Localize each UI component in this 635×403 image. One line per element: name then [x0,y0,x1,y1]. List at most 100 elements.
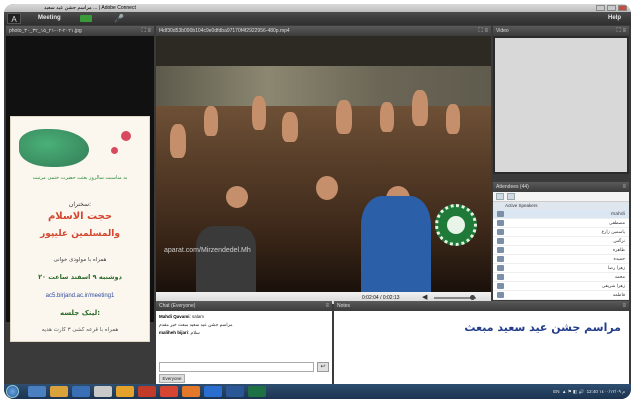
attendees-pod: Attendees (44) ≡ Active Speakers mahdi مص… [493,182,629,300]
poster-line: همراه با قرعه کشی ۳ کارت هدیه [41,327,119,333]
pod-header: Attendees (44) ≡ [493,182,629,192]
folder-icon[interactable] [50,386,68,397]
attendee-row[interactable]: نرگس [493,237,629,246]
poster-line: دوشنبه ۹ اسفند ساعت ۲۰ [38,273,122,281]
user-icon [497,283,504,289]
pod-options-icon[interactable]: ≡ [622,301,626,311]
video-pod: f4df30d53b090b104c9e0dfdba97170f4f292295… [156,26,491,304]
pod-title: Chat [159,303,170,309]
pdf-icon[interactable] [160,386,178,397]
app-icon[interactable] [94,386,112,397]
webcam-icon[interactable] [80,15,92,22]
chat-input[interactable] [159,362,314,372]
pod-options-icon[interactable]: ⛶ ≡ [617,26,626,36]
user-icon [497,220,504,226]
clock-date: ١٤٠٠/١٢/٠٩ [599,389,621,394]
chat-message: Mahdi Qavami: salam [159,314,205,319]
poster-line: سخنران: [68,201,92,208]
user-icon [497,229,504,235]
attendee-name: حمیده [613,257,625,262]
user-icon [497,256,504,262]
chat-message: maliheh bijari: سلام [159,330,200,335]
menu-meeting[interactable]: Meeting [38,12,61,25]
microphone-icon[interactable]: 🎤 [114,14,124,23]
user-icon [497,265,504,271]
adobe-connect-icon[interactable] [182,386,200,397]
attendee-row[interactable]: طاهره [493,246,629,255]
list-view-icon[interactable] [496,193,504,200]
pod-options-icon[interactable]: ≡ [622,182,626,192]
attendee-name: طاهره [612,248,625,253]
close-button[interactable] [618,5,627,11]
flower-icon [121,131,131,141]
user-icon [497,274,504,280]
video-frame[interactable]: aparat.com/Mirzendedel.Mh [156,36,491,292]
poster-line: لینک جلسه: [59,309,101,317]
media-icon[interactable] [72,386,90,397]
tab-everyone[interactable]: Everyone [159,374,185,383]
pod-title: Notes [337,303,351,309]
chat-scope: (Everyone) [170,303,196,309]
maximize-button[interactable] [607,5,616,11]
language-indicator[interactable]: EN [553,389,559,394]
attendee-row[interactable]: زهرا رضا [493,264,629,273]
attendee-name: mahdi [610,212,625,217]
pod-header: Video ⛶ ≡ [493,26,629,36]
attendee-name: زهرا رضا [607,266,625,271]
webcam-area [495,38,627,172]
menu-help[interactable]: Help [608,12,621,25]
attendee-name: فاطمه [612,293,625,298]
pod-header: photo_٢٠٢١-٠٢-٢١_١٥_٣٢_٣٠.jpg ⛶ ≡ [6,26,154,36]
chrome-icon[interactable] [116,386,134,397]
chat-pod: Chat (Everyone) ≡ Mahdi Qavami: salam مر… [156,301,332,385]
chat-message: مراسم جشن عید سعید مبعث خیر مقدم [159,322,233,327]
attendee-row[interactable]: mahdi [493,210,629,219]
windows-taskbar: EN ▲ ⚑ ◧ 🔊 12:40 م ١٤٠٠/١٢/٠٩ [4,384,631,399]
app-icon[interactable] [204,386,222,397]
attendees-toolbar [493,192,629,202]
window-title-bar: مراسم جشن عيد سعيد ... | Adobe Connect [4,4,631,12]
send-button[interactable]: ↩ [317,362,329,372]
start-button[interactable] [6,385,19,398]
notes-text[interactable]: مراسم جشن عيد سعيد مبعث [464,321,621,334]
pod-options-icon[interactable]: ⛶ ≡ [479,26,488,36]
minimize-button[interactable] [596,5,605,11]
attendee-name: یاسمین زارع [601,230,626,235]
poster-line: حجت الاسلام [47,211,113,222]
attendee-row[interactable]: مصطفی [493,219,629,228]
pod-title: photo_٢٠٢١-٠٢-٢١_١٥_٣٢_٣٠.jpg [9,28,82,34]
menu-bar: A Meeting 🎤 Help [4,12,631,25]
volume-slider-handle[interactable] [470,295,475,300]
attendee-row[interactable]: حمیده [493,255,629,264]
pod-title: Attendees (44) [496,184,529,190]
pod-header: f4df30d53b090b104c9e0dfdba97170f4f292295… [156,26,491,36]
word-icon[interactable] [226,386,244,397]
event-poster: به مناسبت سالروز بعثت حضرت ختمی مرتبت سخ… [10,116,150,342]
emblem-logo [435,204,477,246]
user-icon [497,247,504,253]
poster-line: والمسلمین علیپور [40,229,120,239]
webcam-pod: Video ⛶ ≡ [493,26,629,174]
pod-options-icon[interactable]: ≡ [325,301,329,311]
attendee-row[interactable]: محمد [493,273,629,282]
pod-header: Chat (Everyone) ≡ [156,301,332,311]
firefox-icon[interactable] [138,386,156,397]
attendee-row[interactable]: فاطمه [493,291,629,300]
system-tray: EN ▲ ⚑ ◧ 🔊 12:40 م ١٤٠٠/١٢/٠٩ [553,389,625,394]
attendee-name: محمد [614,275,625,280]
chat-messages: Mahdi Qavami: salam مراسم جشن عید سعید م… [156,311,332,339]
active-speakers-label: Active Speakers [493,202,629,210]
video-watermark: aparat.com/Mirzendedel.Mh [164,247,251,254]
attendee-row[interactable]: زهرا شریفی [493,282,629,291]
user-icon [497,292,504,298]
share-pod-photo: photo_٢٠٢١-٠٢-٢١_١٥_٣٢_٣٠.jpg ⛶ ≡ به منا… [6,26,154,342]
desktop-screen: مراسم جشن عيد سعيد ... | Adobe Connect A… [4,4,631,399]
poster-line: به مناسبت سالروز بعثت حضرت ختمی مرتبت [32,175,128,181]
status-icon[interactable] [507,193,515,200]
pod-title: f4df30d53b090b104c9e0dfdba97170f4f292295… [159,28,290,34]
pod-options-icon[interactable]: ⛶ ≡ [142,26,151,36]
attendee-name: زهرا شریفی [601,284,625,289]
attendee-row[interactable]: یاسمین زارع [493,228,629,237]
excel-icon[interactable] [248,386,266,397]
ie-icon[interactable] [28,386,46,397]
